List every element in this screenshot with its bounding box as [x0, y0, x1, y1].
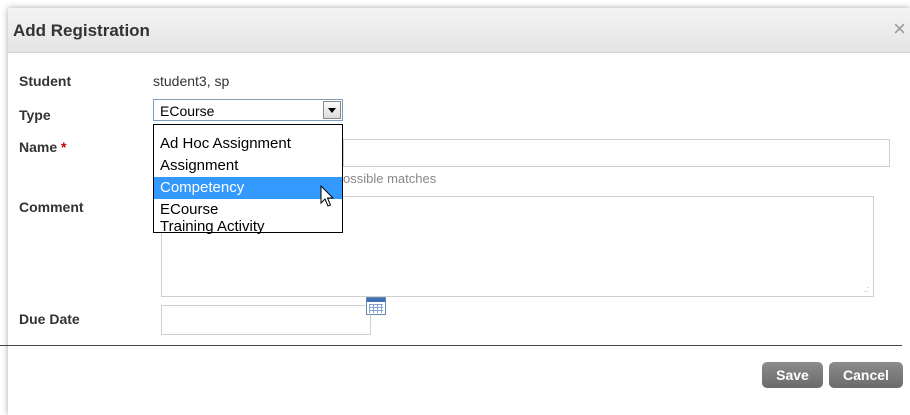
- comment-label: Comment: [19, 199, 84, 215]
- type-option-highlighted[interactable]: Competency: [154, 177, 342, 199]
- calendar-icon-header: [367, 298, 385, 302]
- type-option[interactable]: Assignment: [154, 155, 342, 177]
- footer-divider: [0, 345, 902, 346]
- dialog-title: Add Registration: [13, 21, 150, 40]
- type-option[interactable]: Training Activity: [154, 219, 342, 234]
- student-value: student3, sp: [153, 73, 230, 89]
- close-icon[interactable]: ×: [893, 16, 906, 42]
- due-date-input[interactable]: [161, 305, 371, 335]
- dialog-titlebar: Add Registration ×: [8, 8, 910, 53]
- type-dropdown-list: Ad Hoc Assignment Assignment Competency …: [153, 124, 343, 234]
- resize-handle-icon[interactable]: .:: [864, 284, 869, 294]
- name-label-text: Name: [19, 139, 58, 155]
- type-label: Type: [19, 107, 51, 123]
- name-hint: ossible matches: [343, 171, 437, 186]
- chevron-down-icon[interactable]: [323, 101, 341, 119]
- type-select-value: ECourse: [160, 103, 215, 119]
- type-option[interactable]: Ad Hoc Assignment: [154, 133, 342, 155]
- required-marker: *: [61, 139, 67, 155]
- calendar-icon[interactable]: [366, 297, 386, 315]
- due-date-label: Due Date: [19, 311, 80, 327]
- name-label: Name *: [19, 139, 66, 155]
- save-button[interactable]: Save: [762, 362, 823, 388]
- student-label: Student: [19, 73, 72, 89]
- mouse-pointer-icon: [320, 185, 335, 207]
- cancel-button[interactable]: Cancel: [829, 362, 903, 388]
- name-input[interactable]: [343, 139, 890, 167]
- calendar-icon-grid: [369, 304, 383, 313]
- type-select[interactable]: ECourse: [153, 99, 343, 121]
